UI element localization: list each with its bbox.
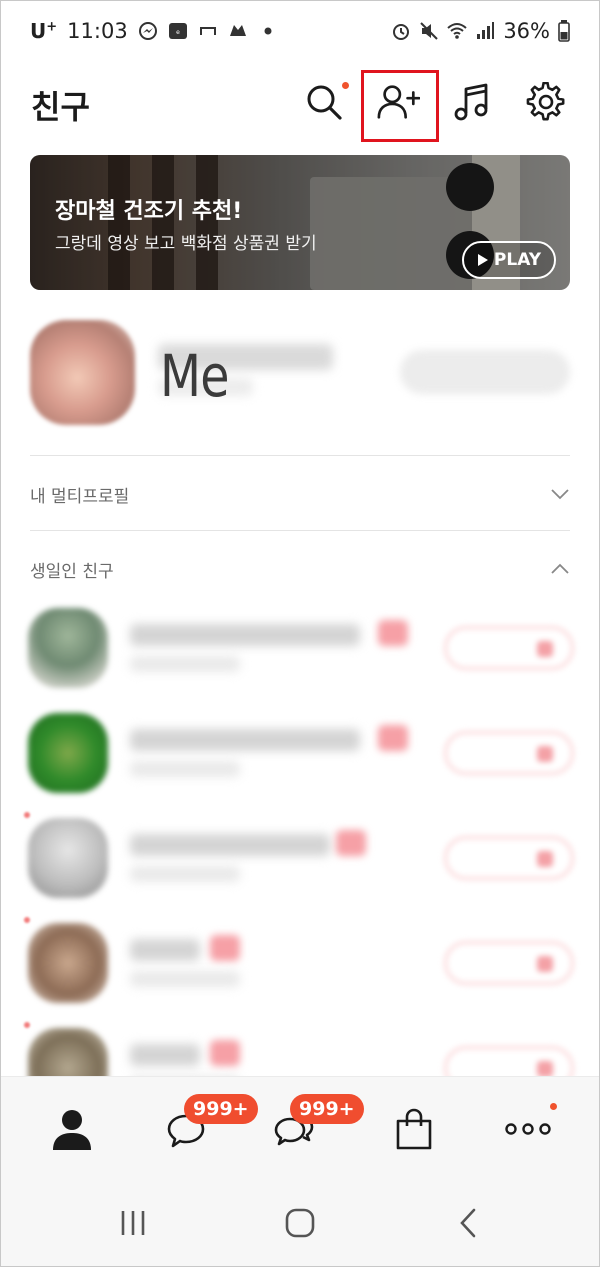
person-icon — [53, 1110, 91, 1150]
search-button[interactable] — [302, 80, 349, 124]
gift-icon — [378, 620, 408, 646]
bottom-tab-bar: 999+ 999+ — [0, 1076, 600, 1180]
gift-button[interactable] — [444, 836, 574, 880]
alarm-icon — [393, 24, 410, 40]
play-label: PLAY — [493, 250, 542, 270]
recents-icon — [121, 1211, 145, 1235]
chevron-up-icon — [551, 563, 569, 574]
list-item[interactable] — [24, 705, 576, 805]
battery-percent: 36% — [503, 19, 550, 43]
friend-name-blurred — [130, 624, 360, 646]
home-button[interactable] — [275, 1202, 325, 1244]
play-button[interactable]: PLAY — [462, 241, 556, 279]
friend-status-blurred — [130, 866, 240, 882]
search-icon — [307, 85, 342, 120]
list-item[interactable] — [24, 915, 576, 1015]
friend-name-blurred — [130, 729, 360, 751]
list-item[interactable] — [24, 810, 576, 910]
highlight-box — [361, 70, 439, 142]
dot-icon — [264, 27, 272, 35]
multi-profile-label: 내 멀티프로필 — [30, 486, 130, 507]
ad-banner[interactable]: 장마철 건조기 추천! 그랑데 영상 보고 백화점 상품권 받기 PLAY — [30, 155, 570, 290]
friend-avatar[interactable] — [28, 923, 108, 1003]
divider — [30, 455, 570, 456]
openchat-tab[interactable]: 999+ — [268, 1094, 364, 1157]
music-button[interactable] — [450, 80, 494, 124]
page-title: 친구 — [31, 88, 90, 126]
screen-icon — [199, 27, 216, 35]
friend-name-blurred — [130, 1044, 200, 1066]
mute-icon — [420, 22, 439, 40]
birthday-section[interactable]: 생일인 친구 — [30, 549, 570, 589]
emart-icon: e — [168, 23, 187, 39]
new-dot — [24, 917, 30, 923]
my-avatar[interactable] — [30, 320, 135, 425]
chats-tab[interactable]: 999+ — [156, 1094, 258, 1157]
friend-name-blurred — [130, 834, 330, 856]
system-nav-bar — [0, 1180, 600, 1267]
search-new-dot — [342, 82, 349, 89]
friend-status-blurred — [130, 761, 240, 777]
gift-icon — [210, 935, 240, 961]
gift-button[interactable] — [444, 941, 574, 985]
battery-icon — [558, 20, 570, 42]
more-new-dot — [550, 1103, 557, 1110]
game-icon — [229, 25, 246, 36]
banner-title: 장마철 건조기 추천! — [55, 199, 243, 224]
openchat-badge: 999+ — [290, 1094, 364, 1124]
music-icon — [454, 83, 488, 121]
friend-avatar[interactable] — [28, 608, 108, 688]
messenger-icon — [138, 22, 157, 40]
my-profile-row[interactable]: Me — [30, 320, 570, 430]
svg-text:e: e — [176, 29, 180, 36]
birthday-label: 생일인 친구 — [30, 561, 114, 582]
friend-status-blurred — [130, 656, 240, 672]
multi-profile-section[interactable]: 내 멀티프로필 — [30, 474, 570, 514]
back-icon — [460, 1208, 476, 1238]
divider — [30, 530, 570, 531]
banner-subtitle: 그랑데 영상 보고 백화점 상품권 받기 — [55, 234, 317, 254]
friend-avatar[interactable] — [28, 818, 108, 898]
friend-status-blurred — [130, 971, 240, 987]
clock: 11:03 — [67, 19, 128, 43]
new-dot — [24, 1022, 30, 1028]
shopping-bag-icon — [396, 1108, 432, 1150]
status-bar: U+ 11:03 e 36% — [0, 0, 600, 62]
list-item[interactable] — [24, 600, 576, 700]
app-header: 친구 — [0, 62, 600, 142]
gift-button[interactable] — [444, 731, 574, 775]
shopping-tab[interactable] — [384, 1101, 444, 1157]
more-icon — [505, 1123, 551, 1135]
me-label: Me — [160, 342, 229, 410]
friend-name-blurred — [130, 939, 200, 961]
back-button[interactable] — [443, 1202, 493, 1244]
signal-icon — [477, 22, 495, 39]
friends-tab[interactable] — [42, 1101, 102, 1157]
gift-icon — [210, 1040, 240, 1066]
settings-button[interactable] — [524, 80, 568, 124]
chevron-down-icon — [551, 489, 569, 500]
gift-icon — [336, 830, 366, 856]
chats-badge: 999+ — [184, 1094, 258, 1124]
friend-avatar[interactable] — [28, 713, 108, 793]
home-icon — [285, 1208, 315, 1238]
carrier-label: U+ — [30, 19, 58, 43]
wifi-icon — [447, 23, 467, 39]
settings-icon — [526, 82, 565, 121]
more-tab[interactable] — [498, 1101, 558, 1157]
recents-button[interactable] — [108, 1202, 158, 1244]
gift-button[interactable] — [444, 626, 574, 670]
play-icon — [477, 254, 488, 266]
gift-icon — [378, 725, 408, 751]
new-dot — [24, 812, 30, 818]
my-profile-button-blurred[interactable] — [400, 350, 570, 394]
